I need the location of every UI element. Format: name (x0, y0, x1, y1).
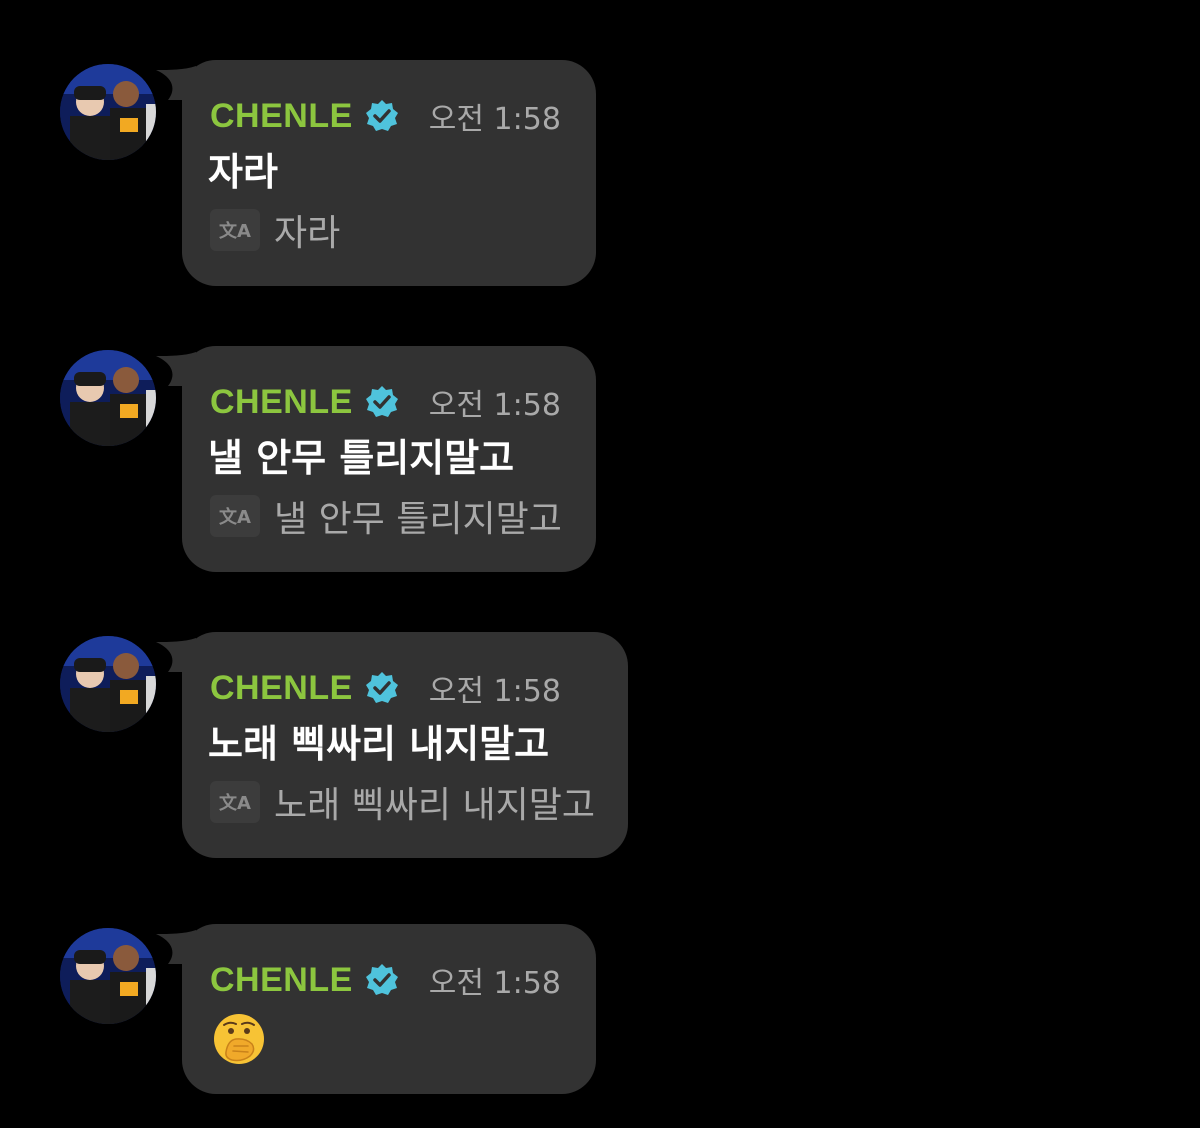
avatar-photo (60, 928, 156, 1024)
translated-text: 노래 삑싸리 내지말고 (274, 785, 595, 826)
translation-row: 文A 자라 (210, 208, 340, 254)
message-header: CHENLE 오전 1:58 (210, 960, 561, 1002)
avatar-photo (60, 350, 156, 446)
verified-badge-icon (365, 386, 398, 417)
message-text: 자라 (208, 150, 278, 194)
translate-icon[interactable]: 文A (210, 781, 260, 823)
translate-icon[interactable]: 文A (210, 209, 260, 251)
avatar-photo (60, 636, 156, 732)
translated-text: 자라 (274, 213, 341, 254)
bubble-tail (156, 638, 196, 672)
avatar[interactable] (60, 350, 156, 446)
message-header: CHENLE 오전 1:58 (210, 96, 561, 138)
translation-row: 文A 낼 안무 틀리지말고 (210, 494, 562, 540)
bubble-tail (156, 930, 196, 964)
sender-name[interactable]: CHENLE (210, 961, 353, 1000)
bubble-tail (156, 352, 196, 386)
translation-row: 文A 노래 삑싸리 내지말고 (210, 780, 595, 826)
message-time: 오전 1:58 (428, 102, 561, 137)
message-bubble[interactable]: CHENLE 오전 1:58 낼 안무 틀리지말고 文A 낼 안무 틀리지말고 (156, 346, 596, 572)
translated-text: 낼 안무 틀리지말고 (274, 499, 562, 540)
message-time: 오전 1:58 (428, 388, 561, 423)
message-text: 노래 삑싸리 내지말고 (208, 722, 550, 766)
translate-icon[interactable]: 文A (210, 495, 260, 537)
verified-badge-icon (365, 964, 398, 995)
hand-over-mouth-emoji (214, 1014, 264, 1064)
avatar[interactable] (60, 64, 156, 160)
message-bubble[interactable]: CHENLE 오전 1:58 노래 삑싸리 내지말고 文A 노래 삑싸리 내지말… (156, 632, 628, 858)
sender-name[interactable]: CHENLE (210, 97, 353, 136)
message-time: 오전 1:58 (428, 966, 561, 1001)
sender-name[interactable]: CHENLE (210, 669, 353, 708)
message-header: CHENLE 오전 1:58 (210, 668, 561, 710)
message-text: 낼 안무 틀리지말고 (208, 436, 515, 480)
message-bubble[interactable]: CHENLE 오전 1:58 자라 文A 자라 (156, 60, 596, 286)
verified-badge-icon (365, 672, 398, 703)
message-bubble[interactable]: CHENLE 오전 1:58 (156, 924, 596, 1094)
avatar[interactable] (60, 636, 156, 732)
verified-badge-icon (365, 100, 398, 131)
message-header: CHENLE 오전 1:58 (210, 382, 561, 424)
bubble-tail (156, 66, 196, 100)
message-time: 오전 1:58 (428, 674, 561, 709)
avatar[interactable] (60, 928, 156, 1024)
avatar-photo (60, 64, 156, 160)
sender-name[interactable]: CHENLE (210, 383, 353, 422)
